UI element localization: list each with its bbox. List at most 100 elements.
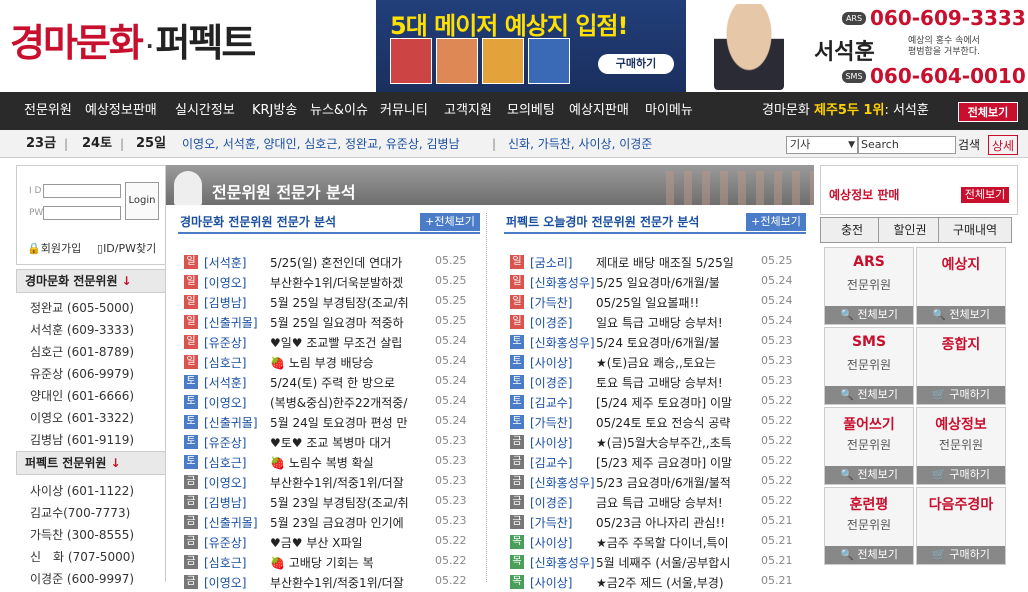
nav-item[interactable]: KRJ방송 bbox=[252, 92, 297, 130]
article-row[interactable]: 일 [유준상] ♥일♥ 조교빨 무조건 살립 05.24 bbox=[184, 332, 469, 352]
author[interactable]: [유준상] bbox=[204, 334, 246, 351]
article-title[interactable]: 5/24 토요경마/6개월/불 bbox=[596, 334, 742, 351]
card-button[interactable]: 🛒 구매하기 bbox=[917, 546, 1005, 564]
banner-buy-button[interactable]: 구매하기 bbox=[598, 54, 674, 74]
article-title[interactable]: ★(금)5월大승부주간,,초특 bbox=[596, 434, 742, 451]
author[interactable]: [이영오] bbox=[204, 274, 246, 291]
sales-card[interactable]: 예상정보 전문위원 🛒 구매하기 bbox=[916, 407, 1006, 485]
expert-item[interactable]: 사이상 (601-1122) bbox=[30, 482, 134, 499]
more-button-left[interactable]: +전체보기 bbox=[420, 213, 480, 231]
author[interactable]: [사이상] bbox=[530, 574, 572, 591]
article-row[interactable]: 금 [이영오] 부산환수1위/적중1위/더잘 05.22 bbox=[184, 572, 469, 592]
author[interactable]: [굼소리] bbox=[530, 254, 572, 271]
article-row[interactable]: 토 [서석훈] 5/24(토) 주력 한 방으로 05.24 bbox=[184, 372, 469, 392]
author[interactable]: [신화홍성우] bbox=[530, 334, 595, 351]
article-title[interactable]: ★금주 주목할 다이너,특이 bbox=[596, 534, 742, 551]
card-button[interactable]: 🔍 전체보기 bbox=[825, 546, 913, 564]
article-row[interactable]: 일 [신화홍성우] 5/25 일요경마/6개월/불 05.24 bbox=[510, 272, 795, 292]
article-row[interactable]: 일 [김병남] 5월 25일 부경팀장(조교/취 05.25 bbox=[184, 292, 469, 312]
article-row[interactable]: 금 [가득찬] 05/23금 아나자리 관심!! 05.21 bbox=[510, 512, 795, 532]
article-row[interactable]: 토 [김교수] [5/24 제주 토요경마] 이말 05.22 bbox=[510, 392, 795, 412]
article-title[interactable]: 5/23 금요경마/6개월/불적 bbox=[596, 474, 742, 491]
article-title[interactable]: 5/25(일) 혼전인데 연대가 bbox=[270, 254, 416, 271]
day-tab[interactable]: 25일 bbox=[136, 130, 166, 158]
article-title[interactable]: 금요 특급 고배당 승부처! bbox=[596, 494, 742, 511]
author[interactable]: [이경준] bbox=[530, 494, 572, 511]
expert-item[interactable]: 유준상 (606-9979) bbox=[30, 365, 134, 382]
article-row[interactable]: 토 [유준상] ♥토♥ 조교 복병마 대거 05.23 bbox=[184, 432, 469, 452]
nav-item[interactable]: 전문위원 bbox=[24, 92, 72, 130]
article-title[interactable]: 부산환수1위/더욱분발하겠 bbox=[270, 274, 416, 291]
article-title[interactable]: 부산환수1위/적중1위/더잘 bbox=[270, 574, 416, 591]
author[interactable]: [유준상] bbox=[204, 434, 246, 451]
author[interactable]: [신출귀몰] bbox=[204, 314, 258, 331]
article-title[interactable]: 5월 23일 금요경마 인기에 bbox=[270, 514, 416, 531]
article-title[interactable]: 5월 24일 토요경마 편성 만 bbox=[270, 414, 416, 431]
detail-search-button[interactable]: 상세 bbox=[988, 135, 1018, 155]
expert-item[interactable]: 이경준 (600-9997) bbox=[30, 570, 134, 587]
author[interactable]: [신화홍성우] bbox=[530, 554, 595, 571]
author[interactable]: [김병남] bbox=[204, 494, 246, 511]
article-row[interactable]: 금 [이영오] 부산환수1위/적중1위/더잘 05.23 bbox=[184, 472, 469, 492]
author[interactable]: [심호근] bbox=[204, 454, 246, 471]
nav-all-button[interactable]: 전체보기 bbox=[958, 102, 1018, 122]
card-button[interactable]: 🔍 전체보기 bbox=[825, 306, 913, 324]
article-title[interactable]: 05/24토 토요 전승식 공략 bbox=[596, 414, 742, 431]
article-title[interactable]: 🍓 고배당 기회는 복 bbox=[270, 554, 416, 571]
article-title[interactable]: 5월 25일 부경팀장(조교/취 bbox=[270, 294, 416, 311]
author[interactable]: [사이상] bbox=[530, 434, 572, 451]
article-row[interactable]: 일 [신출귀몰] 5월 25일 일요경마 적중하 05.25 bbox=[184, 312, 469, 332]
card-button[interactable]: 🛒 구매하기 bbox=[917, 466, 1005, 484]
expert-item[interactable]: 정완교 (605-5000) bbox=[30, 299, 134, 316]
article-title[interactable]: ♥토♥ 조교 복병마 대거 bbox=[270, 434, 416, 451]
article-row[interactable]: 목 [사이상] ★금주 주목할 다이너,특이 05.21 bbox=[510, 532, 795, 552]
article-title[interactable]: [5/23 제주 금요경마] 이말 bbox=[596, 454, 742, 471]
author[interactable]: [가득찬] bbox=[530, 414, 572, 431]
tab-charge[interactable]: 충전 bbox=[820, 217, 884, 243]
article-row[interactable]: 금 [신화홍성우] 5/23 금요경마/6개월/불적 05.22 bbox=[510, 472, 795, 492]
site-logo[interactable]: 경마문화 · 퍼펙트 bbox=[10, 12, 256, 67]
author[interactable]: [김교수] bbox=[530, 394, 572, 411]
expert-item[interactable]: 양대인 (601-6666) bbox=[30, 387, 134, 404]
article-title[interactable]: 5/24(토) 주력 한 방으로 bbox=[270, 374, 416, 391]
article-row[interactable]: 일 [이경준] 일요 특급 고배당 승부처! 05.24 bbox=[510, 312, 795, 332]
expert-ad[interactable]: ARS 060-609-3333 서석훈 예상의 홍수 속에서 평범함을 거부한다… bbox=[686, 0, 1028, 92]
nav-item[interactable]: 예상정보판매 bbox=[85, 92, 157, 130]
expert-links[interactable]: 이영오, 서석훈, 양대인, 심호근, 정완교, 유준상, 김병남 bbox=[182, 130, 460, 158]
sales-all-button[interactable]: 전체보기 bbox=[961, 187, 1009, 203]
author[interactable]: [심호근] bbox=[204, 354, 246, 371]
nav-item[interactable]: 커뮤니티 bbox=[380, 92, 428, 130]
expert-item[interactable]: 신 화 (707-5000) bbox=[30, 548, 135, 565]
article-row[interactable]: 일 [심호근] 🍓 노림 부경 배당승 05.24 bbox=[184, 352, 469, 372]
password-field[interactable] bbox=[43, 206, 121, 220]
article-title[interactable]: 부산환수1위/적중1위/더잘 bbox=[270, 474, 416, 491]
nav-item[interactable]: 고객지원 bbox=[444, 92, 492, 130]
nav-item[interactable]: 실시간정보 bbox=[175, 92, 235, 130]
card-button[interactable]: 🔍 전체보기 bbox=[825, 386, 913, 404]
article-title[interactable]: (복병&중심)한주22개적중/ bbox=[270, 394, 416, 411]
card-button[interactable]: 🛒 구매하기 bbox=[917, 386, 1005, 404]
tab-coupon[interactable]: 할인권 bbox=[878, 217, 942, 243]
article-title[interactable]: 5월 25일 일요경마 적중하 bbox=[270, 314, 416, 331]
expert-item[interactable]: 심호근 (601-8789) bbox=[30, 343, 134, 360]
article-title[interactable]: 🍓 노림수 복병 확실 bbox=[270, 454, 416, 471]
article-title[interactable]: 5월 23일 부경팀장(조교/취 bbox=[270, 494, 416, 511]
author[interactable]: [이경준] bbox=[530, 314, 572, 331]
sales-card[interactable]: 종합지 🛒 구매하기 bbox=[916, 327, 1006, 405]
article-title[interactable]: ★금2주 제드 (서울,부경) bbox=[596, 574, 742, 591]
sales-card[interactable]: SMS 전문위원 🔍 전체보기 bbox=[824, 327, 914, 405]
day-tab[interactable]: 23금 bbox=[26, 130, 56, 158]
search-input[interactable]: Search bbox=[858, 136, 956, 154]
article-title[interactable]: 5월 네째주 (서울/공부합시 bbox=[596, 554, 742, 571]
expert-item[interactable]: 이영오 (601-3322) bbox=[30, 409, 134, 426]
author[interactable]: [심호근] bbox=[204, 554, 246, 571]
article-row[interactable]: 토 [심호근] 🍓 노림수 복병 확실 05.23 bbox=[184, 452, 469, 472]
article-row[interactable]: 토 [신출귀몰] 5월 24일 토요경마 편성 만 05.24 bbox=[184, 412, 469, 432]
article-title[interactable]: 🍓 노림 부경 배당승 bbox=[270, 354, 416, 371]
tab-history[interactable]: 구매내역 bbox=[938, 217, 1012, 243]
find-id-link[interactable]: ▯ID/PW찾기 bbox=[97, 240, 156, 256]
expert-item[interactable]: 김병남 (601-9119) bbox=[30, 431, 134, 448]
article-row[interactable]: 금 [김병남] 5월 23일 부경팀장(조교/취 05.23 bbox=[184, 492, 469, 512]
nav-item[interactable]: 뉴스&이슈 bbox=[310, 92, 368, 130]
author[interactable]: [이영오] bbox=[204, 474, 246, 491]
